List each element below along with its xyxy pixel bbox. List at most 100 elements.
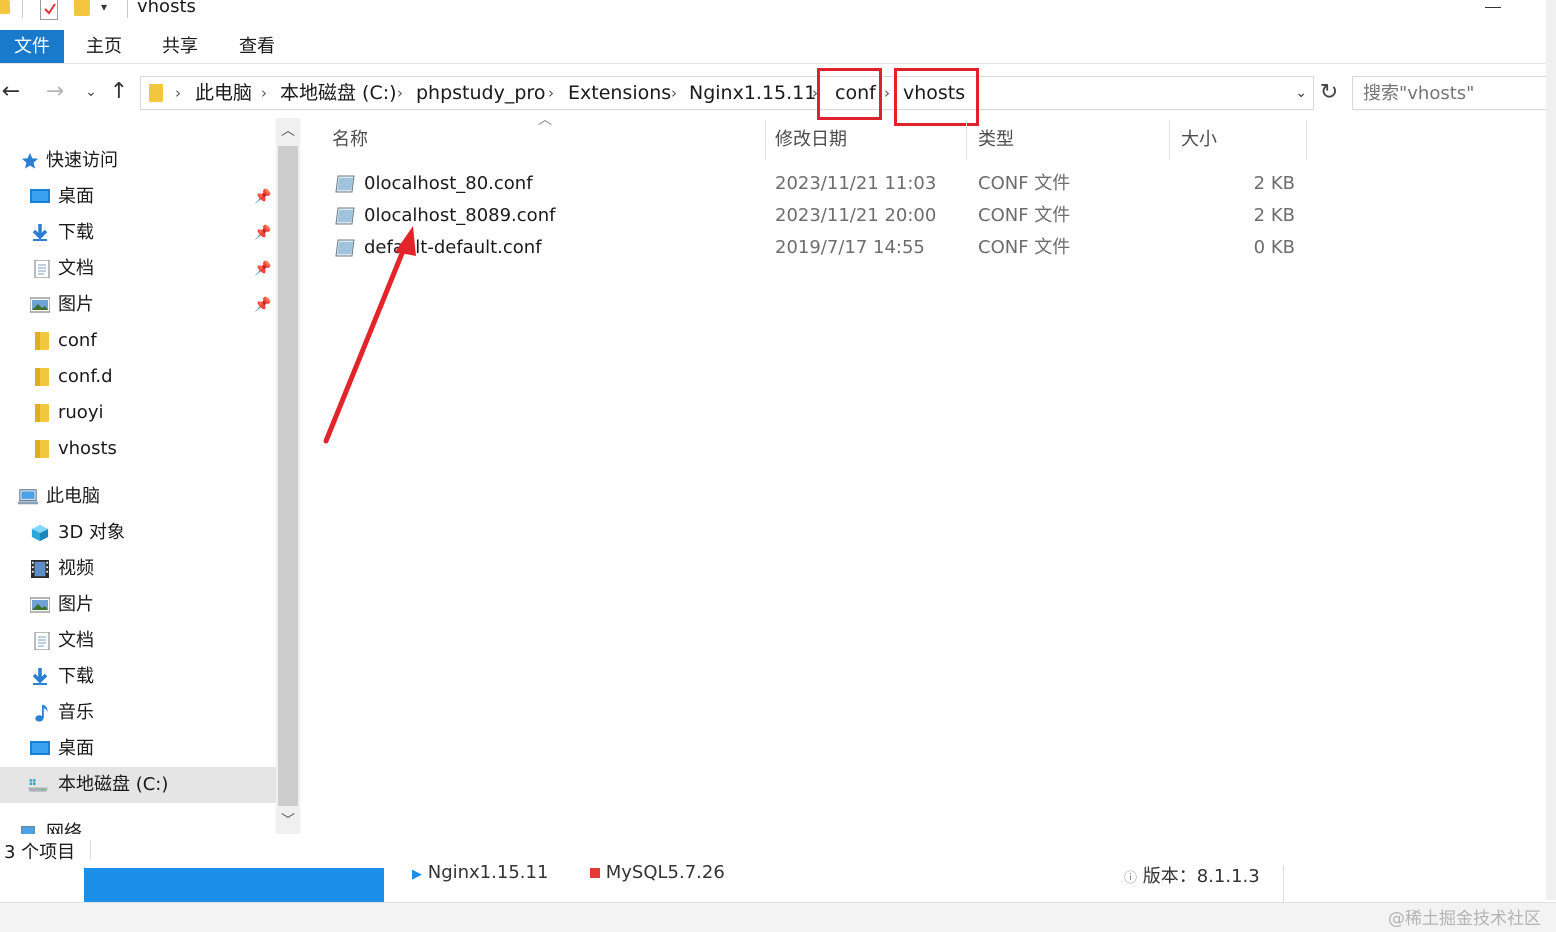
pin-icon[interactable]: 📌 — [254, 287, 271, 323]
nav-item-music[interactable]: 音乐 — [0, 695, 276, 731]
file-type: CONF 文件 — [978, 173, 1071, 194]
music-icon — [35, 704, 48, 722]
nav-item-this-pc[interactable]: 此电脑 — [0, 479, 276, 515]
background-version: ⓘ 版本：8.1.1.3 — [1124, 862, 1260, 888]
column-header-label: 修改日期 — [775, 129, 847, 150]
nav-pane-scrollbar[interactable]: ︿ ﹀ — [276, 118, 300, 834]
column-header-size[interactable]: 大小 — [1167, 120, 1307, 160]
annotation-box-vhosts — [894, 68, 979, 126]
background-mysql-label: MySQL5.7.26 — [605, 862, 725, 883]
file-date: 2023/11/21 20:00 — [775, 205, 937, 226]
background-nginx-label: Nginx1.15.11 — [427, 862, 549, 883]
computer-icon — [18, 489, 38, 505]
nav-item-folder-ruoyi[interactable]: ruoyi — [0, 395, 276, 431]
nav-item-documents-pc[interactable]: 文档 — [0, 623, 276, 659]
tab-file[interactable]: 文件 — [0, 30, 64, 63]
nav-item-label: vhosts — [58, 438, 117, 459]
title-bar: ▾ vhosts — [0, 0, 1556, 24]
new-folder-icon[interactable] — [74, 0, 90, 16]
scroll-down-arrow-icon[interactable]: ﹀ — [276, 808, 300, 834]
nav-item-label: 网络 — [46, 822, 82, 834]
nav-item-downloads-pc[interactable]: 下载 — [0, 659, 276, 695]
document-icon — [34, 632, 50, 650]
file-name: default-default.conf — [364, 237, 542, 258]
forward-arrow-icon[interactable]: → — [42, 78, 68, 106]
breadcrumb-phpstudy[interactable]: phpstudy_pro — [416, 77, 545, 109]
stop-icon — [590, 868, 600, 878]
breadcrumb-nginx[interactable]: Nginx1.15.11 — [689, 77, 816, 109]
refresh-icon[interactable]: ↻ — [1316, 76, 1342, 110]
background-mysql-item[interactable]: MySQL5.7.26 — [590, 862, 725, 883]
up-arrow-icon[interactable]: ↑ — [106, 78, 132, 106]
background-nginx-item[interactable]: ▶ Nginx1.15.11 — [412, 862, 548, 883]
background-blue-button[interactable] — [84, 868, 384, 902]
file-size: 2 KB — [1253, 173, 1295, 194]
file-row[interactable]: 0localhost_80.conf 2023/11/21 11:03 CONF… — [318, 168, 1308, 200]
minimize-button[interactable] — [1485, 0, 1505, 14]
recent-locations-chevron-icon[interactable]: ⌄ — [78, 78, 104, 106]
folder-icon[interactable] — [0, 0, 10, 14]
quick-access-dropdown-icon[interactable]: ▾ — [101, 0, 107, 14]
column-header-date[interactable]: 修改日期 — [761, 120, 967, 160]
background-status-strip — [0, 902, 1556, 932]
background-version-label: 版本：8.1.1.3 — [1142, 866, 1260, 887]
nav-item-local-disk[interactable]: 本地磁盘 (C:) — [0, 767, 276, 803]
window-title: vhosts — [137, 0, 196, 17]
nav-item-folder-conf-d[interactable]: conf.d — [0, 359, 276, 395]
nav-item-downloads[interactable]: 下载 📌 — [0, 215, 276, 251]
pin-icon[interactable]: 📌 — [254, 251, 271, 287]
nav-item-folder-conf[interactable]: conf — [0, 323, 276, 359]
tab-home[interactable]: 主页 — [76, 30, 132, 63]
download-icon — [32, 668, 48, 685]
nav-item-label: conf — [58, 330, 97, 351]
status-bar: 3 个项目 — [0, 836, 1556, 866]
nav-item-quick-access[interactable]: 快速访问 — [0, 143, 276, 179]
nav-item-videos[interactable]: 视频 — [0, 551, 276, 587]
nav-item-pictures[interactable]: 图片 📌 — [0, 287, 276, 323]
picture-icon — [30, 297, 50, 313]
column-header-type[interactable]: 类型 — [964, 120, 1170, 160]
pin-icon[interactable]: 📌 — [254, 179, 271, 215]
chevron-right-icon[interactable]: › — [175, 77, 181, 109]
address-history-chevron-icon[interactable]: ⌄ — [1295, 77, 1307, 109]
nav-item-documents[interactable]: 文档 📌 — [0, 251, 276, 287]
scrollbar-thumb[interactable] — [278, 146, 298, 806]
column-header-name[interactable]: 名称 ︿ — [318, 112, 766, 160]
folder-icon — [149, 84, 163, 102]
nav-item-pictures-pc[interactable]: 图片 — [0, 587, 276, 623]
nav-item-network[interactable]: 网络 — [0, 815, 276, 834]
status-divider — [90, 840, 91, 860]
nav-item-label: 本地磁盘 (C:) — [58, 774, 169, 795]
nav-item-desktop[interactable]: 桌面 📌 — [0, 179, 276, 215]
folder-icon — [35, 440, 49, 458]
chevron-right-icon[interactable]: › — [884, 77, 890, 109]
back-arrow-icon[interactable]: ← — [0, 78, 24, 106]
chevron-right-icon[interactable]: › — [261, 77, 267, 109]
breadcrumb-local-disk[interactable]: 本地磁盘 (C:) — [280, 77, 397, 109]
properties-icon[interactable] — [40, 0, 58, 20]
chevron-right-icon[interactable]: › — [671, 77, 677, 109]
column-header-label: 名称 — [332, 129, 368, 150]
nav-item-label: 桌面 — [58, 186, 94, 207]
nav-item-folder-vhosts[interactable]: vhosts — [0, 431, 276, 467]
tab-view[interactable]: 查看 — [229, 30, 285, 63]
file-row[interactable]: 0localhost_8089.conf 2023/11/21 20:00 CO… — [318, 200, 1308, 232]
breadcrumb-extensions[interactable]: Extensions — [568, 77, 671, 109]
nav-item-label: 下载 — [58, 666, 94, 687]
ribbon-tabs: 文件 主页 共享 查看 — [0, 30, 1550, 64]
nav-item-3d-objects[interactable]: 3D 对象 — [0, 515, 276, 551]
desktop-icon — [30, 741, 50, 755]
nav-item-desktop-pc[interactable]: 桌面 — [0, 731, 276, 767]
breadcrumb-this-pc[interactable]: 此电脑 — [195, 77, 252, 109]
play-icon: ▶ — [412, 867, 422, 882]
search-input[interactable] — [1352, 76, 1556, 110]
pin-icon[interactable]: 📌 — [254, 215, 271, 251]
nav-item-label: conf.d — [58, 366, 113, 387]
chevron-right-icon[interactable]: › — [397, 77, 403, 109]
folder-icon — [35, 404, 49, 422]
folder-icon — [35, 332, 49, 350]
address-bar[interactable]: › 此电脑 › 本地磁盘 (C:) › phpstudy_pro › Exten… — [140, 76, 1314, 110]
tab-share[interactable]: 共享 — [152, 30, 208, 63]
file-row[interactable]: default-default.conf 2019/7/17 14:55 CON… — [318, 232, 1308, 264]
scroll-up-arrow-icon[interactable]: ︿ — [276, 118, 300, 144]
